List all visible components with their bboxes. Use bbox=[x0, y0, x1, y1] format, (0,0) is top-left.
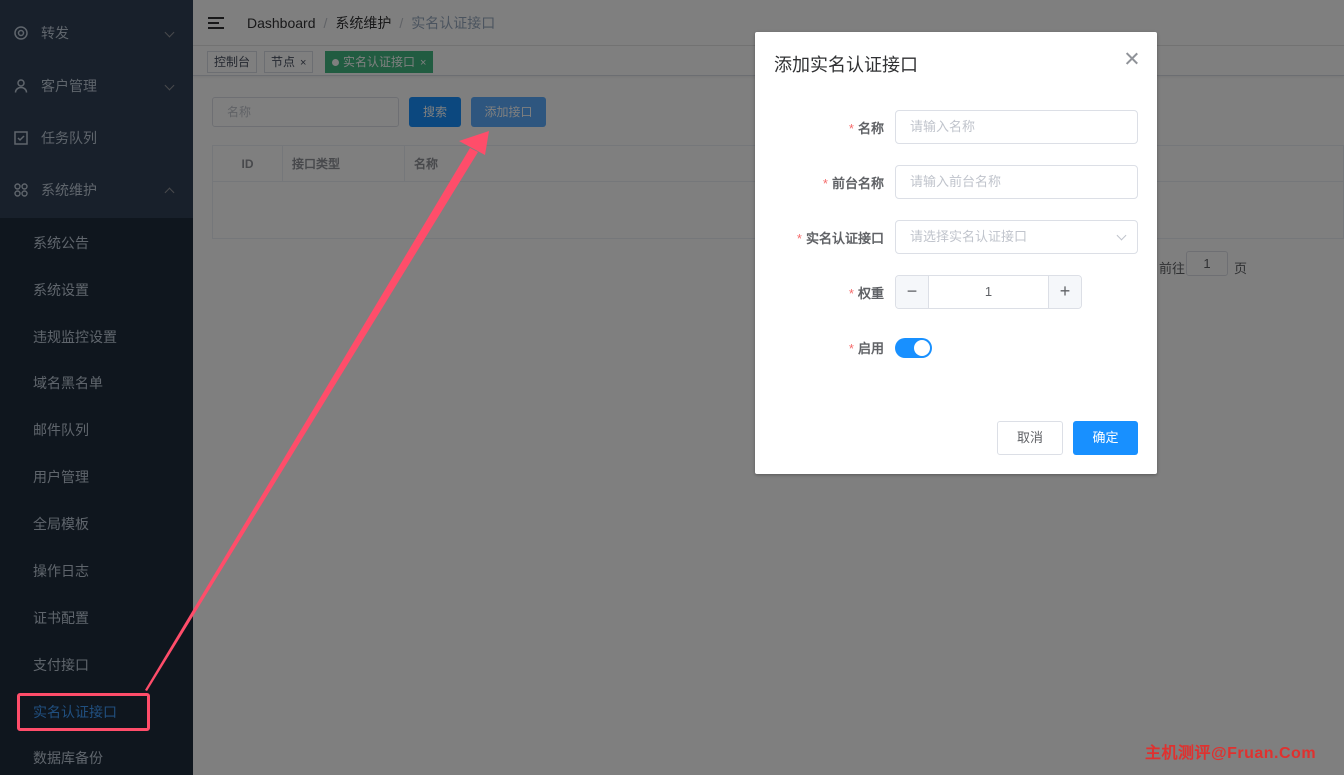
weight-stepper: − 1 + bbox=[895, 275, 1082, 309]
increment-button[interactable]: + bbox=[1048, 276, 1081, 308]
front-name-label: * 前台名称 bbox=[822, 176, 884, 191]
close-icon[interactable] bbox=[1125, 52, 1139, 66]
interface-select[interactable]: 请选择实名认证接口 bbox=[895, 220, 1138, 254]
weight-label: * 权重 bbox=[848, 286, 884, 301]
name-input[interactable]: 请输入名称 bbox=[895, 110, 1138, 144]
add-interface-dialog: 添加实名认证接口 * 名称 请输入名称 * 前台名称 请输入前台名称 * 实名认证接口… bbox=[755, 32, 1157, 474]
interface-label: * 实名认证接口 bbox=[796, 231, 884, 246]
decrement-button[interactable]: − bbox=[896, 276, 929, 308]
confirm-button[interactable]: 确定 bbox=[1073, 421, 1138, 455]
enabled-label: * 启用 bbox=[848, 341, 884, 356]
front-name-input[interactable]: 请输入前台名称 bbox=[895, 165, 1138, 199]
watermark: 主机测评@Fruan.Com bbox=[1145, 745, 1317, 762]
weight-value[interactable]: 1 bbox=[929, 276, 1048, 308]
enabled-switch[interactable] bbox=[895, 338, 932, 358]
dialog-title: 添加实名认证接口 bbox=[774, 55, 918, 75]
cancel-button[interactable]: 取消 bbox=[997, 421, 1063, 455]
switch-knob bbox=[914, 340, 930, 356]
chevron-down-icon bbox=[1116, 230, 1127, 241]
name-label: * 名称 bbox=[848, 121, 884, 136]
